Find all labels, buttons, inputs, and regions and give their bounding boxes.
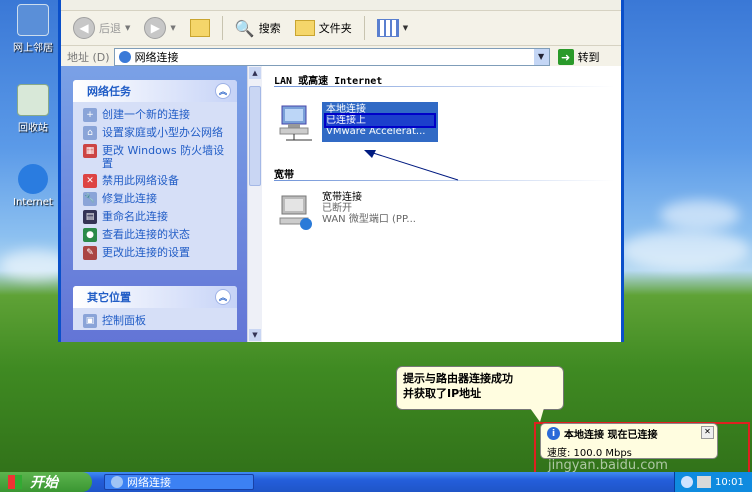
task-pane: 网络任务 ︽ + 创建一个新的连接 ⌂ 设置家庭或小型办公网络 ▦ 更改 Window… xyxy=(61,66,247,342)
lan-status: 已连接上 xyxy=(324,113,436,128)
desktop-icon-recycle[interactable]: 回收站 xyxy=(3,84,63,134)
section-divider xyxy=(274,86,614,87)
task-setup-home-network[interactable]: ⌂ 设置家庭或小型办公网络 xyxy=(83,126,231,140)
status-icon: ● xyxy=(83,228,97,242)
desktop-icon-internet[interactable]: Internet xyxy=(3,164,63,208)
home-network-icon: ⌂ xyxy=(83,126,97,140)
windows-logo-icon xyxy=(8,475,22,489)
control-panel-icon: ▣ xyxy=(83,314,97,328)
desktop-icon-network[interactable]: 网上邻居 xyxy=(3,4,63,54)
lan-section-header: LAN 或高速 Internet xyxy=(274,76,383,87)
address-input[interactable]: 网络连接 ▼ xyxy=(113,48,550,66)
scroll-down-button[interactable]: ▼ xyxy=(249,329,261,341)
lan-connection-icon xyxy=(279,105,312,141)
system-tray: 10:01 xyxy=(674,472,752,492)
task-pane-scrollbar[interactable]: ▲ ▼ xyxy=(247,66,262,342)
broadband-connection-label: 宽带连接 已断开 WAN 微型端口 (PP... xyxy=(322,192,416,225)
window-content: 网络任务 ︽ + 创建一个新的连接 ⌂ 设置家庭或小型办公网络 ▦ 更改 Window… xyxy=(61,66,621,342)
disable-device-icon: ✕ xyxy=(83,174,97,188)
clock: 10:01 xyxy=(715,476,744,488)
taskbar-item-network-connections[interactable]: 网络连接 xyxy=(104,474,254,490)
collapse-icon[interactable]: ︽ xyxy=(215,83,231,99)
search-button[interactable]: 🔍 搜索 xyxy=(231,17,285,40)
broadband-connection-icon xyxy=(279,195,312,230)
other-places-list: ▣ 控制面板 xyxy=(73,308,237,330)
network-status-icon[interactable] xyxy=(681,476,693,488)
network-neighborhood-icon xyxy=(17,4,49,36)
broadband-section-header: 宽带 xyxy=(274,170,294,181)
network-tasks-header[interactable]: 网络任务 ︽ xyxy=(73,80,237,102)
up-folder-button[interactable] xyxy=(186,17,214,39)
task-change-settings[interactable]: ✎ 更改此连接的设置 xyxy=(83,246,231,260)
recycle-bin-icon xyxy=(17,84,49,116)
firewall-icon: ▦ xyxy=(83,144,97,158)
toolbar-divider xyxy=(221,16,223,40)
forward-button[interactable]: ▶ ▼ xyxy=(140,15,179,41)
task-firewall-settings[interactable]: ▦ 更改 Windows 防火墙设置 xyxy=(83,144,231,170)
folder-icon xyxy=(294,20,315,36)
start-button[interactable]: 开始 xyxy=(0,472,92,492)
back-button[interactable]: ◀ 后退 ▼ xyxy=(69,15,134,41)
views-button[interactable]: ▼ xyxy=(373,17,412,39)
toolbar: ◀ 后退 ▼ ▶ ▼ 🔍 搜索 文件夹 ▼ xyxy=(61,11,621,46)
taskbar: 开始 网络连接 10:01 xyxy=(0,472,752,492)
connections-list: LAN 或高速 Internet 本地连接 已连接上 VMware Accele… xyxy=(262,66,621,342)
forward-arrow-icon: ▶ xyxy=(144,17,167,39)
other-places-panel: 其它位置 ︽ ▣ 控制面板 xyxy=(73,286,237,330)
network-connections-icon xyxy=(118,51,131,63)
broadband-connection[interactable]: 宽带连接 已断开 WAN 微型端口 (PP... xyxy=(276,192,416,232)
task-create-connection[interactable]: + 创建一个新的连接 xyxy=(83,108,231,122)
task-disable-device[interactable]: ✕ 禁用此网络设备 xyxy=(83,174,231,188)
lan-connection[interactable]: 本地连接 已连接上 VMware Accelerat... xyxy=(276,102,438,142)
settings-icon: ✎ xyxy=(83,246,97,260)
new-connection-icon: + xyxy=(83,108,97,122)
info-icon: i xyxy=(547,427,560,440)
annotation-balloon-tail xyxy=(530,408,544,422)
lan-connection-label: 本地连接 已连接上 VMware Accelerat... xyxy=(322,102,438,142)
task-rename-connection[interactable]: ▤ 重命名此连接 xyxy=(83,210,231,224)
search-icon: 🔍 xyxy=(234,18,255,38)
up-folder-icon xyxy=(189,19,210,37)
toolbar-divider xyxy=(363,16,365,40)
chevron-down-icon: ▼ xyxy=(125,24,131,32)
close-icon[interactable]: ✕ xyxy=(701,426,714,439)
annotation-balloon: 提示与路由器连接成功 并获取了IP地址 xyxy=(396,366,564,410)
views-icon xyxy=(376,19,399,37)
other-places-header[interactable]: 其它位置 ︽ xyxy=(73,286,237,308)
network-tasks-panel: 网络任务 ︽ + 创建一个新的连接 ⌂ 设置家庭或小型办公网络 ▦ 更改 Window… xyxy=(73,80,237,270)
go-button[interactable]: ➜ 转到 xyxy=(557,49,600,65)
go-arrow-icon: ➜ xyxy=(557,49,574,65)
task-view-status[interactable]: ● 查看此连接的状态 xyxy=(83,228,231,242)
folders-button[interactable]: 文件夹 xyxy=(291,18,356,38)
chevron-down-icon: ▼ xyxy=(402,24,409,32)
connection-tray-icon[interactable] xyxy=(697,476,711,488)
scroll-up-button[interactable]: ▲ xyxy=(249,67,261,79)
watermark: jingyan.baidu.com xyxy=(548,458,668,473)
back-arrow-icon: ◀ xyxy=(73,17,95,39)
network-connections-icon xyxy=(111,476,123,488)
menu-bar xyxy=(61,0,621,11)
address-dropdown-button[interactable]: ▼ xyxy=(533,49,549,65)
repair-icon: 🔧 xyxy=(83,192,97,206)
scrollbar-thumb[interactable] xyxy=(249,86,261,186)
internet-explorer-icon xyxy=(18,164,48,194)
rename-icon: ▤ xyxy=(83,210,97,224)
notification-balloon[interactable]: i 本地连接 现在已连接 速度: 100.0 Mbps ✕ xyxy=(540,423,718,459)
task-repair-connection[interactable]: 🔧 修复此连接 xyxy=(83,192,231,206)
network-tasks-list: + 创建一个新的连接 ⌂ 设置家庭或小型办公网络 ▦ 更改 Windows 防火墙设置… xyxy=(73,102,237,270)
section-divider xyxy=(274,180,614,181)
network-connections-window: ◀ 后退 ▼ ▶ ▼ 🔍 搜索 文件夹 ▼ 地址 (D) 网络连接 ▼ ➜ 转到… xyxy=(58,0,624,342)
place-control-panel[interactable]: ▣ 控制面板 xyxy=(83,314,231,328)
collapse-icon[interactable]: ︽ xyxy=(215,289,231,305)
chevron-down-icon: ▼ xyxy=(170,24,176,32)
